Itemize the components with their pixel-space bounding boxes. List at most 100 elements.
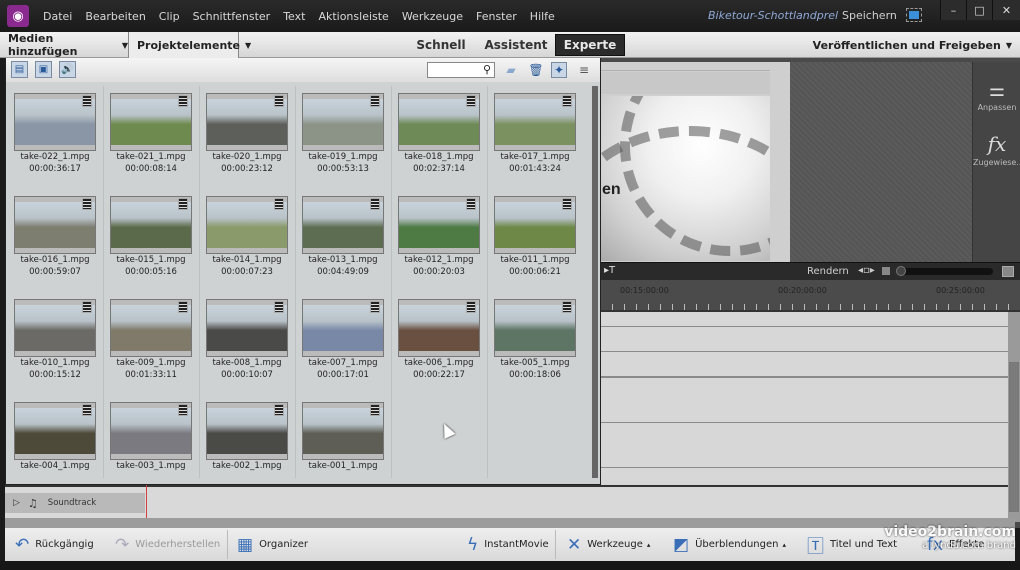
transitions-button[interactable]: ◩ Überblendungen ▴ (673, 528, 786, 561)
clip-thumbnail[interactable] (14, 299, 96, 357)
new-folder-icon[interactable]: ▰ (503, 62, 519, 78)
organizer-button[interactable]: ▦ Organizer (237, 528, 308, 561)
timeline-zoom-slider[interactable] (898, 268, 993, 275)
menu-aktionsleiste[interactable]: Aktionsleiste (318, 10, 388, 23)
clip-item[interactable]: take-018_1.mpg 00:02:37:14 (393, 86, 489, 189)
zoom-slider-handle[interactable] (896, 266, 906, 276)
clip-thumbnail[interactable] (206, 196, 288, 254)
clip-duration: 00:00:17:01 (317, 370, 369, 380)
clip-item[interactable]: take-013_1.mpg 00:04:49:09 (297, 189, 393, 292)
clip-item[interactable]: take-001_1.mpg (297, 395, 393, 498)
adjust-button[interactable]: ⚌ Anpassen (973, 80, 1020, 112)
clip-item[interactable]: take-007_1.mpg 00:00:17:01 (297, 292, 393, 395)
maximize-button[interactable]: □ (966, 0, 992, 20)
timeline-ruler[interactable]: 00:15:00:00 00:20:00:00 00:25:00:00 (600, 280, 1020, 312)
clip-thumbnail[interactable] (302, 196, 384, 254)
clip-thumbnail[interactable] (206, 299, 288, 357)
fullscreen-icon[interactable] (906, 8, 922, 22)
clip-item[interactable]: take-004_1.mpg (9, 395, 105, 498)
undo-button[interactable]: ↶ Rückgängig (15, 528, 94, 561)
clip-duration: 00:04:49:09 (317, 267, 369, 277)
add-media-dropdown[interactable]: Medien hinzufügen ▼ (0, 32, 129, 58)
tab-schnell[interactable]: Schnell (410, 34, 472, 56)
redo-button[interactable]: ↷ Wiederherstellen (115, 528, 220, 561)
menu-bearbeiten[interactable]: Bearbeiten (85, 10, 145, 23)
film-icon (82, 301, 92, 313)
clip-item[interactable]: take-011_1.mpg 00:00:06:21 (489, 189, 585, 292)
minimize-button[interactable]: – (940, 0, 966, 20)
audio-filter-icon[interactable]: 🔊 (59, 61, 76, 78)
timeline-horizontal-scrollbar[interactable] (5, 518, 1015, 528)
clip-item[interactable]: take-006_1.mpg 00:00:22:17 (393, 292, 489, 395)
applied-effects-button[interactable]: fx Zugewiese... (973, 132, 1020, 167)
clip-thumbnail[interactable] (14, 93, 96, 151)
clip-item[interactable]: take-009_1.mpg 00:01:33:11 (105, 292, 201, 395)
clip-thumbnail[interactable] (494, 93, 576, 151)
menu-text[interactable]: Text (283, 10, 305, 23)
menu-datei[interactable]: Datei (43, 10, 72, 23)
panel-menu-icon[interactable]: ≡ (576, 62, 592, 78)
clip-item[interactable]: take-020_1.mpg 00:00:23:12 (201, 86, 297, 189)
tab-experte[interactable]: Experte (555, 34, 625, 56)
clip-thumbnail[interactable] (14, 402, 96, 460)
zoom-out-icon[interactable] (882, 267, 890, 275)
clip-thumbnail[interactable] (110, 93, 192, 151)
adjust-label: Anpassen (977, 103, 1017, 112)
project-panel-scrollbar[interactable] (592, 86, 598, 478)
clip-thumbnail[interactable] (14, 196, 96, 254)
clip-name: take-008_1.mpg (212, 358, 282, 368)
menu-hilfe[interactable]: Hilfe (530, 10, 555, 23)
clip-item[interactable]: take-003_1.mpg (105, 395, 201, 498)
clip-item[interactable]: take-021_1.mpg 00:00:08:14 (105, 86, 201, 189)
clip-thumbnail[interactable] (302, 402, 384, 460)
timeline-vertical-scrollbar[interactable] (1008, 312, 1020, 522)
publish-share-dropdown[interactable]: Veröffentlichen und Freigeben ▼ (813, 32, 1012, 58)
clip-thumbnail[interactable] (398, 93, 480, 151)
render-button[interactable]: Rendern (807, 266, 849, 277)
trash-icon[interactable]: 🗑 (528, 62, 544, 78)
expand-triangle-icon[interactable]: ▷ (13, 498, 20, 508)
clip-item[interactable]: take-016_1.mpg 00:00:59:07 (9, 189, 105, 292)
clip-item[interactable]: take-012_1.mpg 00:00:20:03 (393, 189, 489, 292)
instantmovie-button[interactable]: ϟ InstantMovie (467, 528, 549, 561)
playhead[interactable] (146, 485, 147, 518)
clip-thumbnail[interactable] (110, 196, 192, 254)
tools-button[interactable]: ✕ Werkzeuge ▴ (567, 528, 650, 561)
clip-item[interactable]: take-014_1.mpg 00:00:07:23 (201, 189, 297, 292)
pin-icon[interactable]: ✦ (551, 62, 567, 78)
clip-thumbnail[interactable] (206, 93, 288, 151)
search-input[interactable]: ⚲ (427, 62, 495, 78)
scrollbar-thumb[interactable] (1009, 362, 1019, 512)
clip-item[interactable]: take-019_1.mpg 00:00:53:13 (297, 86, 393, 189)
clip-thumbnail[interactable] (398, 196, 480, 254)
marker-icon[interactable]: ▸T (604, 265, 615, 276)
clip-item[interactable]: take-002_1.mpg (201, 395, 297, 498)
clip-thumbnail[interactable] (302, 299, 384, 357)
menu-fenster[interactable]: Fenster (476, 10, 517, 23)
clip-item[interactable]: take-008_1.mpg 00:00:10:07 (201, 292, 297, 395)
clip-thumbnail[interactable] (110, 299, 192, 357)
save-button[interactable]: Speichern (842, 9, 897, 22)
clip-item[interactable]: take-015_1.mpg 00:00:05:16 (105, 189, 201, 292)
clip-thumbnail[interactable] (398, 299, 480, 357)
monitor-preview[interactable]: en (600, 96, 770, 261)
image-filter-icon[interactable]: ▣ (35, 61, 52, 78)
clip-thumbnail[interactable] (110, 402, 192, 460)
project-assets-dropdown[interactable]: Projektelemente ▼ (129, 32, 251, 58)
clip-item[interactable]: take-017_1.mpg 00:01:43:24 (489, 86, 585, 189)
menu-schnittfenster[interactable]: Schnittfenster (193, 10, 271, 23)
clip-thumbnail[interactable] (494, 196, 576, 254)
clip-thumbnail[interactable] (302, 93, 384, 151)
close-button[interactable]: ✕ (992, 0, 1020, 20)
menu-clip[interactable]: Clip (159, 10, 180, 23)
clip-item[interactable]: take-005_1.mpg 00:00:18:06 (489, 292, 585, 395)
clip-item[interactable]: take-010_1.mpg 00:00:15:12 (9, 292, 105, 395)
clip-thumbnail[interactable] (494, 299, 576, 357)
tab-assistent[interactable]: Assistent (480, 34, 552, 56)
video-filter-icon[interactable]: ▤ (11, 61, 28, 78)
fit-icon[interactable]: ◂▫▸ (858, 265, 875, 276)
menu-werkzeuge[interactable]: Werkzeuge (402, 10, 463, 23)
clip-thumbnail[interactable] (206, 402, 288, 460)
clip-item[interactable]: take-022_1.mpg 00:00:36:17 (9, 86, 105, 189)
zoom-in-icon[interactable] (1002, 266, 1014, 277)
